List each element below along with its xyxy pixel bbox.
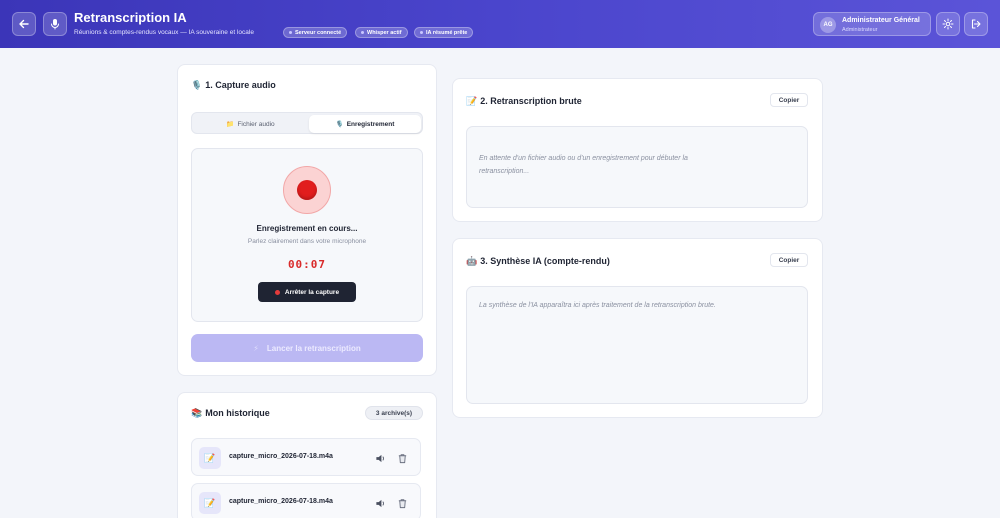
robot-icon: 🤖 (466, 256, 478, 266)
user-role: Administrateur (842, 27, 878, 33)
raw-transcription-title: 📝 2. Retranscription brute (466, 96, 582, 106)
user-menu[interactable]: AG Administrateur Général Administrateur (813, 12, 931, 36)
recording-hint: Parlez clairement dans votre microphone (247, 238, 367, 245)
list-item[interactable]: 📝 capture_micro_2026-07-18.m4a (191, 483, 421, 518)
record-dot-icon (297, 180, 317, 200)
archive-count-badge: 3 archive(s) (365, 406, 423, 420)
recording-timer: 00:07 (287, 258, 327, 271)
microphone-icon: 🎙️ (191, 80, 203, 90)
recording-status: Enregistrement en cours... (256, 224, 358, 233)
history-title: 📚 Mon historique (191, 408, 270, 418)
lightning-icon: ⚡ (253, 343, 259, 353)
user-name: Administrateur Général (842, 17, 920, 24)
stop-dot-icon (274, 289, 280, 295)
history-file-name: capture_micro_2026-07-18.m4a (229, 453, 333, 460)
settings-button[interactable] (936, 12, 960, 36)
tab-audio-file[interactable]: 📁 Fichier audio (194, 115, 307, 133)
stop-capture-button[interactable]: Arrêter la capture (258, 282, 356, 302)
raw-transcription-placeholder: En attente d'un fichier audio ou d'un en… (479, 155, 688, 175)
back-arrow-icon (19, 19, 29, 29)
delete-button[interactable] (395, 496, 409, 510)
synthesis-placeholder: La synthèse de l'IA apparaîtra ici après… (479, 302, 716, 309)
memo-icon: 📝 (199, 447, 221, 469)
copy-synthesis-button[interactable]: Copier (770, 253, 808, 267)
play-audio-button[interactable] (373, 451, 387, 465)
list-item[interactable]: 📝 capture_micro_2026-07-18.m4a (191, 438, 421, 476)
gear-icon (942, 18, 954, 30)
copy-raw-button[interactable]: Copier (770, 93, 808, 107)
trash-icon (398, 498, 406, 508)
microphone-icon (51, 19, 59, 30)
speaker-icon (375, 499, 384, 507)
play-audio-button[interactable] (373, 496, 387, 510)
logout-icon (971, 19, 981, 29)
memo-icon: 📝 (466, 96, 478, 106)
status-pill-whisper: Whisper actif (355, 27, 408, 38)
status-pill-summary: IA résumé prête (414, 27, 474, 38)
delete-button[interactable] (395, 451, 409, 465)
tab-recording[interactable]: 🎙️ Enregistrement (309, 115, 421, 133)
app-header: Retranscription IA Réunions & comptes-re… (0, 0, 1000, 48)
status-dot-icon (289, 31, 292, 34)
memo-icon: 📝 (199, 492, 221, 514)
books-icon: 📚 (191, 408, 203, 418)
folder-icon: 📁 (226, 121, 235, 128)
status-dot-icon (420, 31, 423, 34)
speaker-icon (375, 454, 384, 462)
capture-mode-tabs: 📁 Fichier audio 🎙️ Enregistrement (191, 112, 423, 134)
status-dot-icon (361, 31, 364, 34)
synthesis-title: 🤖 3. Synthèse IA (compte-rendu) (466, 256, 610, 266)
avatar: AG (820, 17, 836, 33)
status-pill-server: Serveur connecté (283, 27, 348, 38)
page-title: Retranscription IA (74, 10, 187, 25)
logout-button[interactable] (964, 12, 988, 36)
microphone-icon: 🎙️ (335, 121, 344, 128)
back-button[interactable] (12, 12, 36, 36)
history-file-name: capture_micro_2026-07-18.m4a (229, 498, 333, 505)
page-subtitle: Réunions & comptes-rendus vocaux — IA so… (74, 29, 254, 36)
app-logo (43, 12, 67, 36)
trash-icon (398, 453, 406, 463)
capture-title: 🎙️ 1. Capture audio (191, 80, 276, 90)
launch-transcription-button[interactable]: ⚡ Lancer la retranscription (191, 334, 423, 362)
